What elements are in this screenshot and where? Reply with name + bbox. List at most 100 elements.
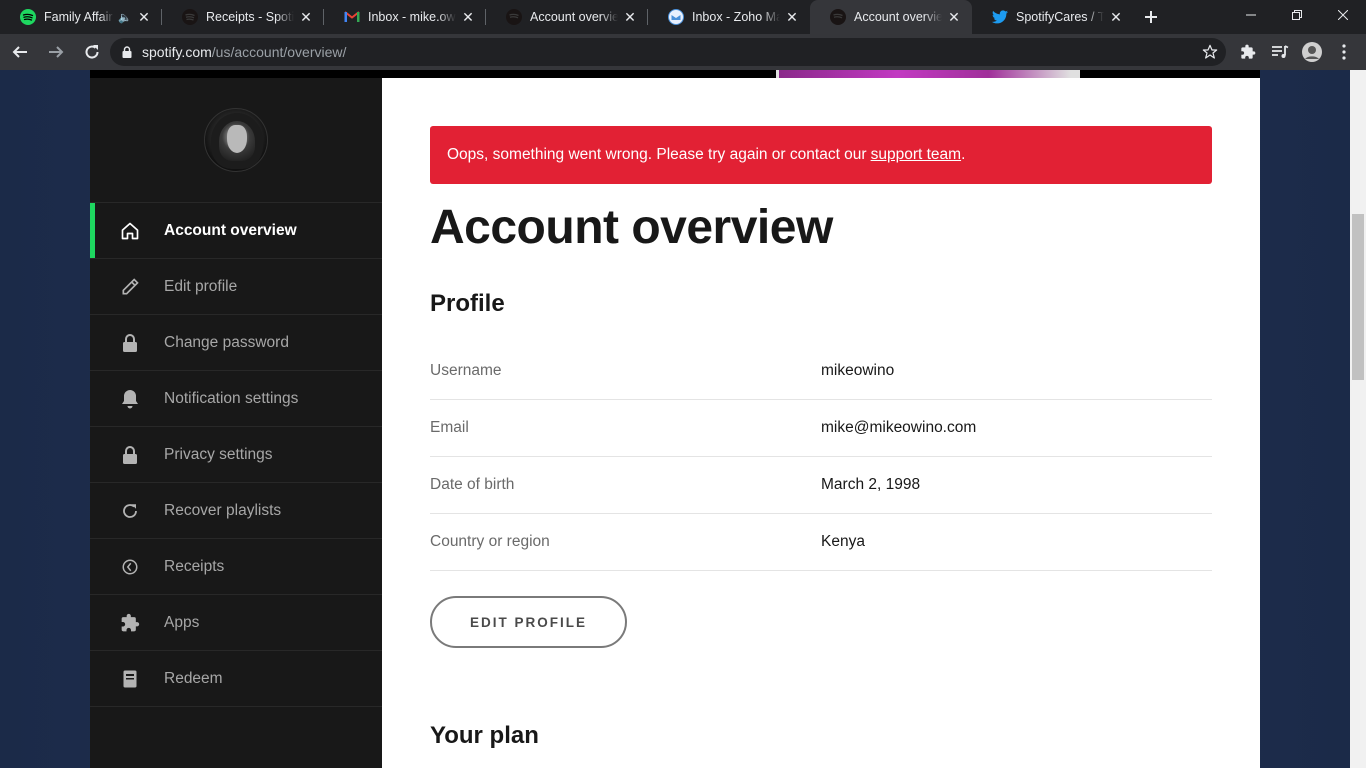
spotify-dark-icon: [830, 9, 846, 25]
home-icon: [118, 219, 142, 243]
banner-image: [776, 70, 1080, 78]
pencil-icon: [118, 275, 142, 299]
gmail-icon: [344, 9, 360, 25]
close-tab-icon[interactable]: ✕: [1108, 9, 1124, 25]
scrollbar-thumb[interactable]: [1352, 214, 1364, 380]
refresh-icon: [118, 499, 142, 523]
close-tab-icon[interactable]: ✕: [784, 9, 800, 25]
sidebar-item-privacy-settings[interactable]: Privacy settings: [90, 426, 382, 482]
row-label: Email: [430, 419, 469, 436]
zoho-mail-icon: [668, 9, 684, 25]
sidebar-item-change-password[interactable]: Change password: [90, 314, 382, 370]
edit-profile-button[interactable]: EDIT PROFILE: [430, 596, 627, 648]
tab-account-overview-active[interactable]: Account overview ✕: [810, 0, 972, 34]
profile-heading: Profile: [430, 290, 505, 317]
row-value: mikeowino: [821, 362, 895, 379]
alert-suffix: .: [961, 146, 966, 163]
support-team-link[interactable]: support team: [871, 146, 961, 164]
card-icon: [118, 667, 142, 691]
tab-zoho-mail[interactable]: Inbox - Zoho Mail ✕: [648, 0, 810, 34]
tab-receipts[interactable]: Receipts - Spotify ✕: [162, 0, 324, 34]
close-window-button[interactable]: [1320, 0, 1366, 30]
bell-icon: [118, 387, 142, 411]
profile-row-username: Username mikeowino: [430, 343, 1212, 400]
your-plan-heading: Your plan: [430, 722, 539, 749]
sidebar-item-label: Redeem: [164, 669, 223, 687]
main-content: Oops, something went wrong. Please try a…: [382, 78, 1260, 768]
profile-avatar-icon[interactable]: [1296, 36, 1328, 68]
tab-spotifycares[interactable]: SpotifyCares / Twitt ✕: [972, 0, 1134, 34]
row-label: Country or region: [430, 533, 550, 550]
header-banner: [90, 70, 1260, 78]
page-scrollbar[interactable]: [1350, 70, 1366, 768]
tab-gmail[interactable]: Inbox - mike.owino ✕: [324, 0, 486, 34]
back-icon[interactable]: [4, 36, 36, 68]
avatar: [204, 108, 268, 172]
row-label: Username: [430, 362, 502, 379]
sidebar-item-notification-settings[interactable]: Notification settings: [90, 370, 382, 426]
sidebar-item-recover-playlists[interactable]: Recover playlists: [90, 482, 382, 538]
profile-table: Username mikeowino Email mike@mikeowino.…: [430, 343, 1212, 571]
sidebar-item-label: Apps: [164, 613, 200, 631]
sidebar-divider: [90, 706, 382, 707]
tab-family-affair[interactable]: Family Affair - 🔈 ✕: [0, 0, 162, 34]
lock-icon[interactable]: [122, 46, 132, 58]
sidebar-item-label: Change password: [164, 333, 289, 351]
menu-kebab-icon[interactable]: [1328, 36, 1360, 68]
tab-title: Family Affair -: [44, 10, 115, 24]
close-tab-icon[interactable]: ✕: [460, 9, 476, 25]
sidebar-item-label: Recover playlists: [164, 501, 282, 519]
sidebar-item-account-overview[interactable]: Account overview: [90, 202, 382, 258]
tab-account-overview-1[interactable]: Account overview ✕: [486, 0, 648, 34]
sidebar-item-receipts[interactable]: Receipts: [90, 538, 382, 594]
spotify-icon: [20, 9, 36, 25]
lock-icon: [118, 443, 142, 467]
minimize-button[interactable]: [1228, 0, 1274, 30]
browser-toolbar: spotify.com/us/account/overview/: [0, 34, 1366, 70]
tab-title: Inbox - Zoho Mail: [692, 10, 780, 24]
spotify-dark-icon: [506, 9, 522, 25]
sidebar-item-redeem[interactable]: Redeem: [90, 650, 382, 706]
close-tab-icon[interactable]: ✕: [136, 9, 152, 25]
lock-icon: [118, 331, 142, 355]
row-value: March 2, 1998: [821, 476, 921, 493]
row-label: Date of birth: [430, 476, 515, 493]
puzzle-icon: [118, 611, 142, 635]
extensions-puzzle-icon[interactable]: [1232, 36, 1264, 68]
profile-row-email: Email mike@mikeowino.com: [430, 400, 1212, 457]
media-queue-icon[interactable]: [1264, 36, 1296, 68]
error-alert: Oops, something went wrong. Please try a…: [430, 126, 1212, 184]
sidebar-item-apps[interactable]: Apps: [90, 594, 382, 650]
bookmark-star-icon[interactable]: [1202, 44, 1218, 63]
new-tab-button[interactable]: [1134, 0, 1168, 34]
sidebar-item-label: Privacy settings: [164, 445, 273, 463]
account-sidebar: Account overview Edit profile Change pas…: [90, 78, 382, 768]
twitter-icon: [992, 9, 1008, 25]
forward-icon[interactable]: [40, 36, 72, 68]
page-viewport: Account overview Edit profile Change pas…: [0, 70, 1350, 768]
restore-button[interactable]: [1274, 0, 1320, 30]
sidebar-item-edit-profile[interactable]: Edit profile: [90, 258, 382, 314]
row-value: Kenya: [821, 533, 865, 550]
page-title: Account overview: [430, 201, 833, 254]
sidebar-item-label: Receipts: [164, 557, 225, 575]
close-tab-icon[interactable]: ✕: [298, 9, 314, 25]
sidebar-item-label: Edit profile: [164, 277, 238, 295]
clock-icon: [118, 555, 142, 579]
reload-icon[interactable]: [76, 36, 108, 68]
profile-row-date-of-birth: Date of birth March 2, 1998: [430, 457, 1212, 514]
tab-title: Account overview: [854, 10, 942, 24]
profile-row-country: Country or region Kenya: [430, 514, 1212, 571]
spotify-dark-icon: [182, 9, 198, 25]
alert-text: Oops, something went wrong. Please try a…: [447, 146, 867, 163]
sidebar-item-label: Account overview: [164, 221, 297, 239]
speaker-icon[interactable]: 🔈: [118, 11, 132, 24]
sidebar-item-label: Notification settings: [164, 389, 299, 407]
sidebar-nav: Account overview Edit profile Change pas…: [90, 202, 382, 707]
avatar-mask-shape: [227, 125, 247, 153]
close-tab-icon[interactable]: ✕: [622, 9, 638, 25]
address-bar[interactable]: spotify.com/us/account/overview/: [110, 38, 1226, 66]
close-tab-icon[interactable]: ✕: [946, 9, 962, 25]
tab-title: Inbox - mike.owino: [368, 10, 456, 24]
tab-strip: Family Affair - 🔈 ✕ Receipts - Spotify ✕…: [0, 0, 1366, 34]
